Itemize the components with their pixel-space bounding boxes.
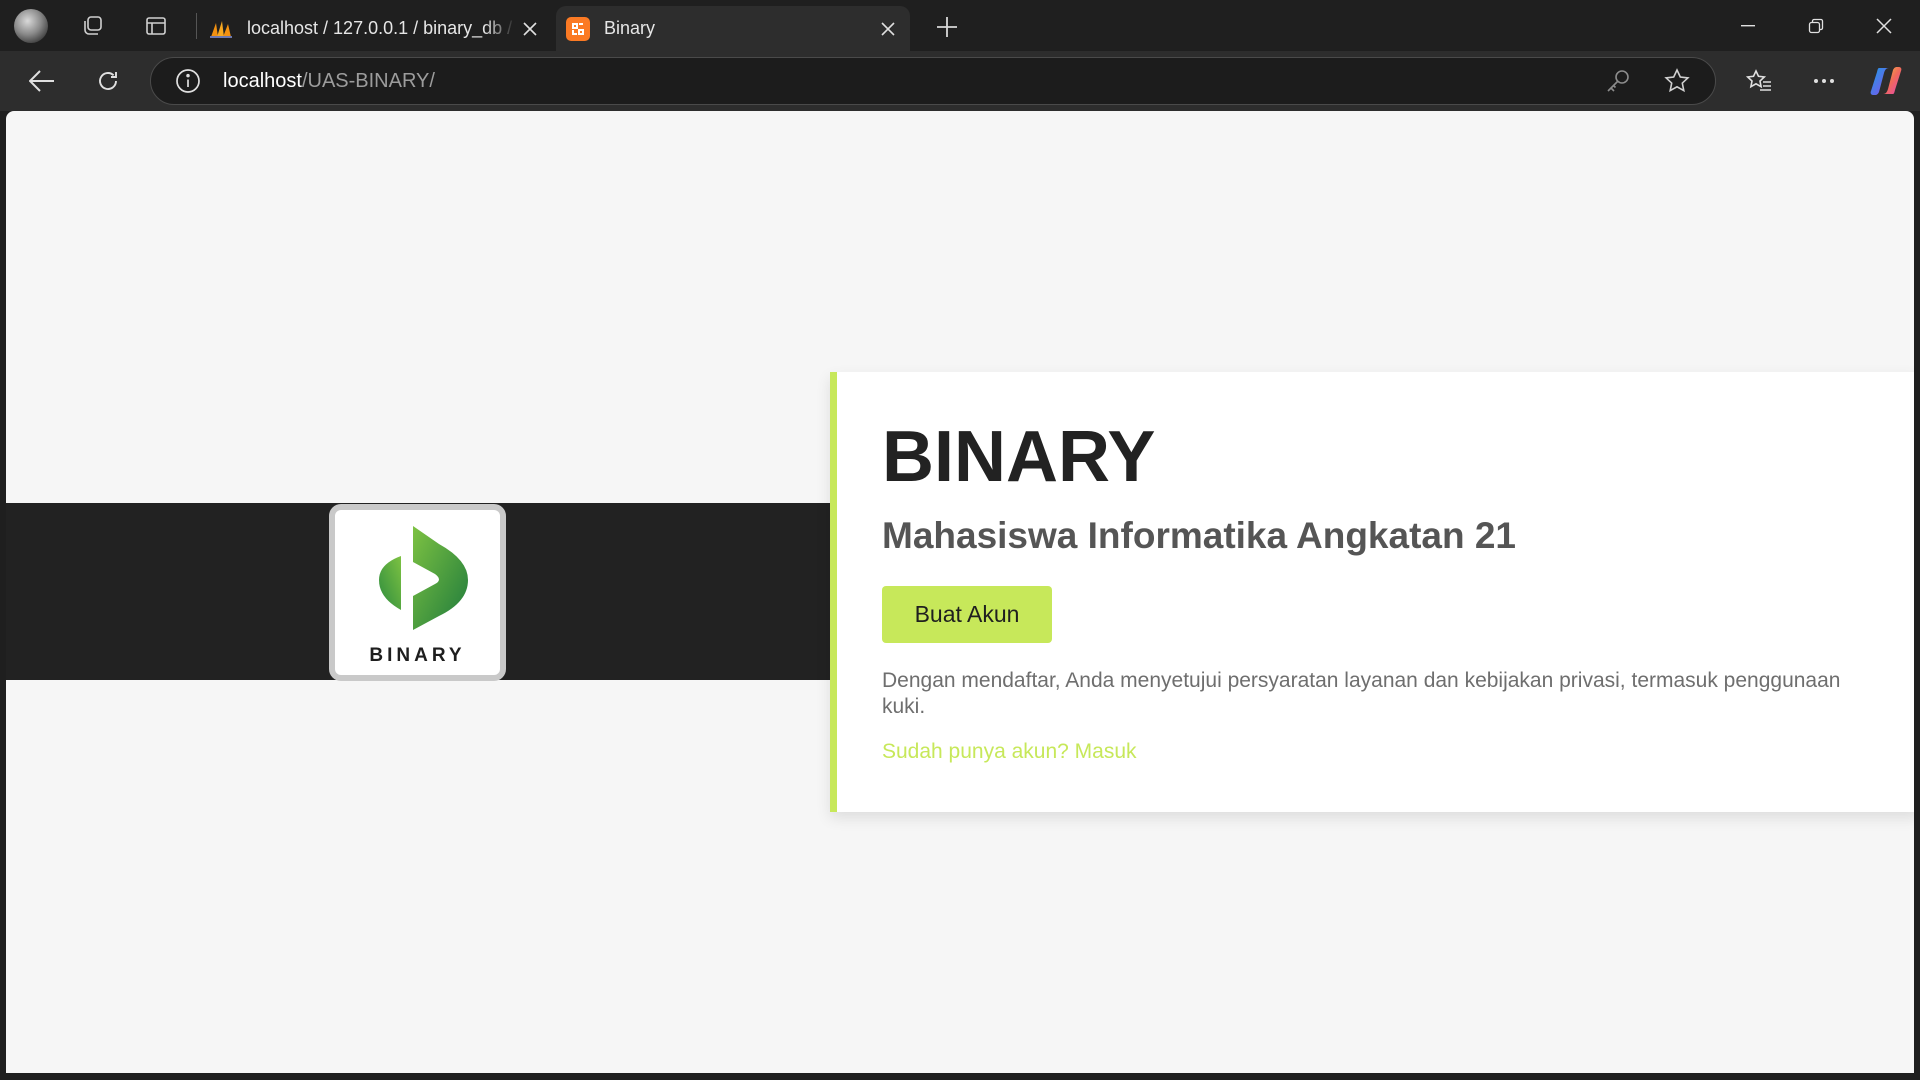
page-subtitle: Mahasiswa Informatika Angkatan 21 [882, 515, 1517, 556]
browser-toolbar: localhost/UAS-BINARY/ [0, 51, 1920, 111]
tab-title: localhost / 127.0.0.1 / binary_db / [247, 18, 513, 38]
tab-phpmyadmin[interactable]: localhost / 127.0.0.1 / binary_db / [205, 6, 552, 51]
close-icon [1876, 17, 1892, 34]
site-info-icon[interactable] [175, 68, 201, 94]
xampp-icon [566, 16, 590, 41]
tab-bar: localhost / 127.0.0.1 / binary_db / Bina… [0, 0, 1920, 51]
url-path: /UAS-BINARY/ [301, 70, 435, 92]
back-button[interactable] [24, 63, 60, 99]
tab-title: Binary [604, 18, 656, 38]
copilot-icon [1870, 67, 1902, 95]
url-text[interactable]: localhost/UAS-BINARY/ [223, 70, 435, 93]
binary-logo: BINARY [329, 504, 506, 681]
avatar [14, 9, 48, 43]
restore-button[interactable] [1782, 0, 1850, 51]
copilot-button[interactable] [1868, 63, 1904, 99]
close-tab-icon[interactable] [516, 15, 544, 43]
create-account-button[interactable]: Buat Akun [882, 586, 1052, 643]
ellipsis-icon [1814, 79, 1834, 83]
phpmyadmin-icon [209, 17, 233, 41]
minimize-icon [1741, 24, 1755, 26]
page-title: BINARY [882, 417, 1156, 497]
favorites-list-icon [1746, 69, 1771, 91]
workspaces-icon[interactable] [76, 9, 110, 43]
favorite-star-icon[interactable] [1663, 67, 1691, 95]
terms-text: Dengan mendaftar, Anda menyetujui persya… [882, 669, 1841, 718]
close-tab-icon[interactable] [874, 15, 902, 43]
back-arrow-icon [29, 70, 54, 92]
tab-binary[interactable]: Binary [556, 6, 910, 51]
tab-actions-icon[interactable] [139, 9, 173, 43]
password-key-icon[interactable] [1605, 68, 1631, 94]
url-host: localhost [223, 70, 302, 92]
reload-button[interactable] [90, 63, 126, 99]
tab-separator [196, 13, 197, 39]
address-bar[interactable]: localhost/UAS-BINARY/ [150, 57, 1716, 105]
binary-logo-mark [379, 526, 468, 630]
minimize-button[interactable] [1714, 0, 1782, 51]
new-tab-button[interactable] [932, 12, 962, 42]
more-options-button[interactable] [1806, 63, 1842, 99]
plus-icon [937, 17, 957, 37]
favorites-button[interactable] [1741, 63, 1777, 99]
page-viewport: BINARY BINARY Mahasiswa Informatika Angk… [6, 111, 1914, 1073]
window-bottom-edge [0, 1073, 1920, 1080]
reload-icon [99, 72, 117, 90]
signup-panel: BINARY Mahasiswa Informatika Angkatan 21… [830, 372, 1914, 812]
logo-wordmark: BINARY [369, 645, 466, 666]
close-window-button[interactable] [1850, 0, 1918, 51]
profile-avatar[interactable] [14, 9, 48, 43]
login-link[interactable]: Sudah punya akun? Masuk [882, 740, 1137, 764]
restore-icon [1808, 18, 1824, 33]
